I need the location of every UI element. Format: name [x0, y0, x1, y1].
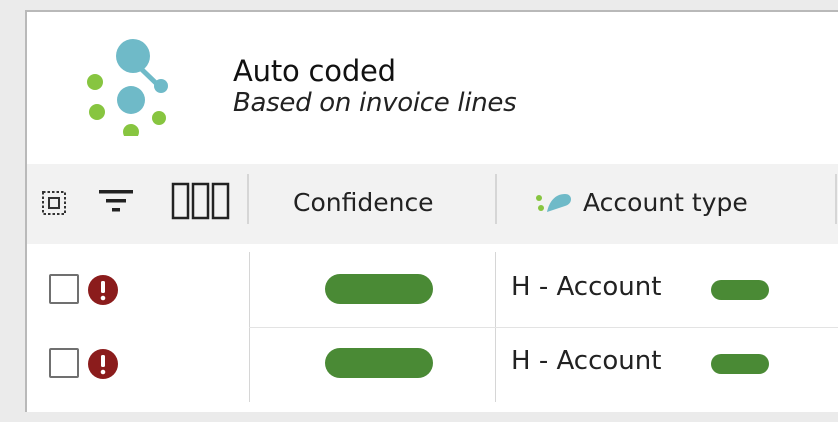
page-subtitle: Based on invoice lines	[233, 88, 517, 118]
column-separator[interactable]	[495, 174, 497, 224]
confidence-indicator	[325, 348, 433, 378]
column-header-account-type[interactable]: Account type	[583, 188, 748, 218]
row-checkbox[interactable]	[49, 274, 79, 304]
table-row[interactable]: H - Account	[27, 328, 838, 402]
account-type-value: H - Account	[511, 272, 662, 302]
error-icon	[88, 349, 118, 379]
grid-header: Confidence Account type	[27, 164, 838, 244]
account-confidence-indicator	[711, 354, 769, 374]
page-title: Auto coded	[233, 54, 396, 88]
filter-icon[interactable]	[99, 186, 133, 216]
error-icon	[88, 275, 118, 305]
column-separator[interactable]	[835, 174, 837, 224]
auto-coded-panel: Auto coded Based on invoice lines Confid…	[25, 10, 838, 412]
column-header-confidence[interactable]: Confidence	[293, 188, 434, 218]
confidence-indicator	[325, 274, 433, 304]
account-confidence-indicator	[711, 280, 769, 300]
row-checkbox[interactable]	[49, 348, 79, 378]
account-type-value: H - Account	[511, 346, 662, 376]
columns-icon[interactable]	[171, 182, 231, 220]
select-all-icon[interactable]	[41, 190, 67, 216]
header-text: Auto coded Based on invoice lines	[233, 54, 517, 118]
panel-header: Auto coded Based on invoice lines	[27, 12, 838, 157]
auto-code-molecule-icon	[87, 39, 168, 136]
auto-code-mini-icon	[536, 194, 571, 212]
column-separator[interactable]	[247, 174, 249, 224]
table-row[interactable]: H - Account	[27, 252, 838, 326]
